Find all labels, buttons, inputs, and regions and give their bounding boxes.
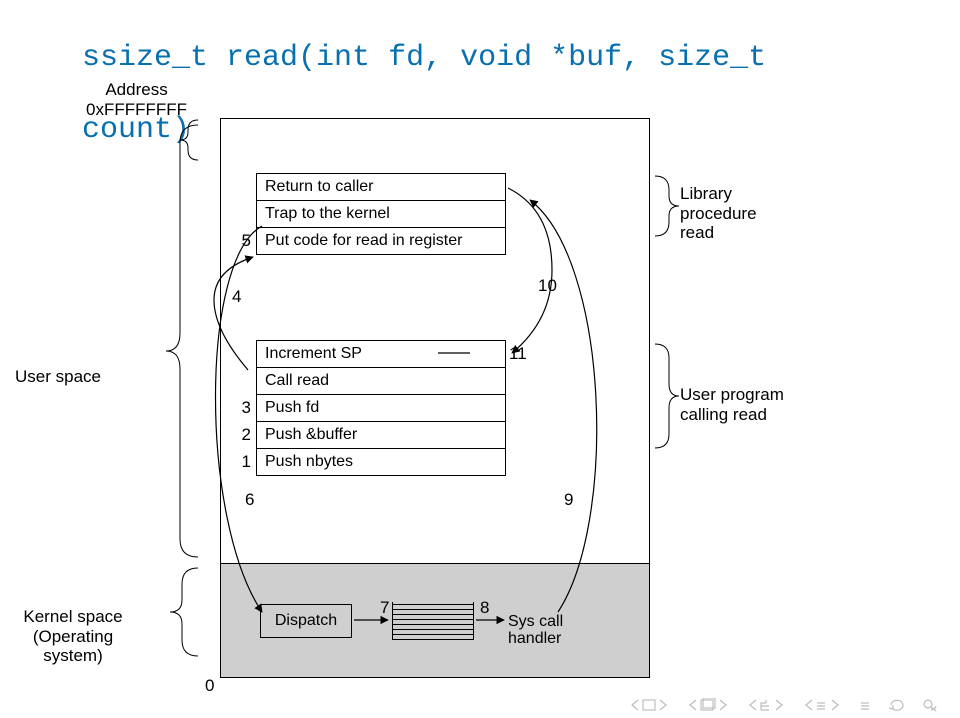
user-program-box: Increment SP 11 Call read 3 Push fd 2 Pu…	[256, 340, 506, 476]
user-row-callread-text: Call read	[265, 372, 329, 389]
user-row-pushbuf: 2 Push &buffer	[257, 422, 505, 449]
nav-frame-group[interactable]	[688, 698, 728, 712]
step-num-6: 6	[245, 490, 254, 510]
code-line-1: ssize_t read(int fd, void *buf, size_t	[82, 41, 766, 75]
user-row-pushnb-text: Push nbytes	[265, 453, 353, 470]
user-row-pushfd: 3 Push fd	[257, 395, 505, 422]
nav-subsection-group[interactable]	[804, 699, 840, 711]
library-procedure-box: Return to caller Trap to the kernel 5 Pu…	[256, 173, 506, 255]
nav-subsection-icon	[816, 699, 828, 711]
syscall-l2: handler	[508, 630, 561, 647]
user-row-pushbuf-text: Push &buffer	[265, 426, 357, 443]
beamer-nav-footer	[630, 698, 938, 712]
user-space-label: User space	[6, 367, 101, 387]
nav-appendix-icon[interactable]	[860, 699, 872, 711]
nav-next-frame-icon	[718, 699, 728, 711]
step-num-11: 11	[509, 341, 533, 367]
address-zero: 0	[205, 676, 214, 696]
step-num-2: 2	[235, 422, 251, 448]
user-prog-l1: User program	[680, 385, 784, 404]
user-row-incsp: Increment SP 11	[257, 341, 505, 368]
user-row-incsp-text: Increment SP	[265, 345, 362, 362]
step-num-8: 8	[480, 598, 489, 618]
nav-back-icon[interactable]	[888, 698, 906, 712]
lib-row-trap: Trap to the kernel	[257, 201, 505, 228]
lib-row-return: Return to caller	[257, 174, 505, 201]
nav-slide-group[interactable]	[630, 699, 668, 711]
user-row-callread: Call read	[257, 368, 505, 395]
user-row-pushfd-text: Push fd	[265, 399, 319, 416]
lib-proc-l3: read	[680, 223, 714, 242]
nav-search-icon[interactable]	[922, 698, 938, 712]
kernel-space-label: Kernel space (Operating system)	[4, 607, 142, 666]
lib-row-putcode-text: Put code for read in register	[265, 232, 462, 249]
kernel-space-label-l2: (Operating system)	[33, 627, 113, 666]
nav-section-group[interactable]	[748, 699, 784, 711]
step-num-3: 3	[235, 395, 251, 421]
syscall-diagram: ssize_t read(int fd, void *buf, size_t c…	[0, 0, 960, 718]
address-label: Address 0xFFFFFFFF	[86, 80, 187, 119]
nav-next-slide-icon	[658, 699, 668, 711]
nav-slide-icon	[642, 699, 656, 711]
address-label-l1: Address	[105, 80, 167, 99]
syscall-l1: Sys call	[508, 613, 563, 630]
syscall-handler-label: Sys call handler	[508, 613, 594, 648]
step-num-10: 10	[538, 276, 557, 296]
dispatch-table-icon	[392, 602, 474, 640]
nav-next-section-icon	[774, 699, 784, 711]
library-procedure-label: Library procedure read	[680, 184, 757, 243]
lib-proc-l2: procedure	[680, 204, 757, 223]
step-num-9: 9	[564, 490, 573, 510]
nav-prev-section-icon	[748, 699, 758, 711]
nav-section-icon	[760, 699, 772, 711]
lib-row-return-text: Return to caller	[265, 178, 374, 195]
kernel-space-label-l1: Kernel space	[23, 607, 122, 626]
user-program-label: User program calling read	[680, 385, 784, 424]
nav-frame-icon	[700, 698, 716, 712]
user-prog-l2: calling read	[680, 405, 767, 424]
memory-stage: Return to caller Trap to the kernel 5 Pu…	[220, 118, 650, 678]
lib-proc-l1: Library	[680, 184, 732, 203]
nav-prev-frame-icon	[688, 699, 698, 711]
step-num-4: 4	[232, 287, 241, 307]
lib-row-trap-text: Trap to the kernel	[265, 205, 390, 222]
user-row-pushnb: 1 Push nbytes	[257, 449, 505, 475]
step-num-7: 7	[380, 598, 389, 618]
nav-next-subsection-icon	[830, 699, 840, 711]
address-label-l2: 0xFFFFFFFF	[86, 100, 187, 119]
nav-prev-subsection-icon	[804, 699, 814, 711]
dispatch-box: Dispatch	[260, 604, 352, 638]
lib-row-putcode: 5 Put code for read in register	[257, 228, 505, 254]
nav-prev-slide-icon	[630, 699, 640, 711]
step-num-5: 5	[235, 228, 251, 254]
step-num-1: 1	[235, 449, 251, 475]
